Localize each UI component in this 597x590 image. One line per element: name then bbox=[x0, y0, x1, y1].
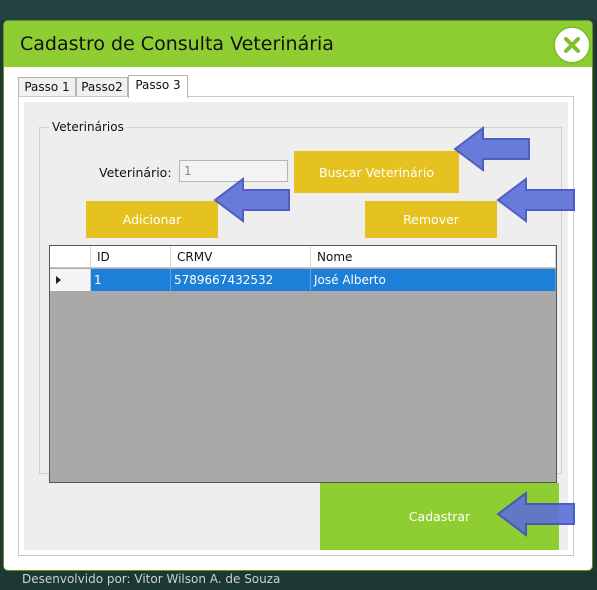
veterinario-label: Veterinário: bbox=[99, 165, 172, 180]
grid-header: ID CRMV Nome bbox=[50, 246, 556, 268]
column-header-nome[interactable]: Nome bbox=[311, 246, 556, 268]
row-selector[interactable] bbox=[50, 269, 91, 291]
background-strip bbox=[0, 0, 597, 20]
arrow-left-icon bbox=[496, 177, 575, 223]
column-header-id[interactable]: ID bbox=[91, 246, 171, 268]
cell-crmv[interactable]: 5789667432532 bbox=[171, 269, 311, 291]
arrow-left-icon bbox=[496, 491, 575, 537]
veterinarios-grid: ID CRMV Nome 1 5789667432532 José Albert… bbox=[49, 245, 557, 483]
window-title: Cadastro de Consulta Veterinária bbox=[20, 33, 334, 55]
tab-passo-2[interactable]: Passo2 bbox=[76, 77, 128, 97]
close-icon bbox=[564, 37, 580, 53]
remover-button[interactable]: Remover bbox=[365, 201, 497, 238]
background-credit-text: Desenvolvido por: Vitor Wilson A. de Sou… bbox=[22, 572, 281, 586]
close-button[interactable] bbox=[553, 26, 591, 64]
column-header-crmv[interactable]: CRMV bbox=[171, 246, 311, 268]
arrow-left-icon bbox=[453, 126, 530, 172]
cell-nome[interactable]: José Alberto bbox=[311, 269, 556, 291]
tab-passo-3[interactable]: Passo 3 bbox=[128, 75, 188, 98]
title-bar: Cadastro de Consulta Veterinária bbox=[4, 21, 592, 67]
group-title: Veterinários bbox=[49, 120, 127, 134]
table-row[interactable]: 1 5789667432532 José Alberto bbox=[50, 269, 556, 291]
tab-passo-1[interactable]: Passo 1 bbox=[18, 77, 76, 97]
buscar-veterinario-button[interactable]: Buscar Veterinário bbox=[294, 151, 459, 193]
grid-corner-header bbox=[50, 246, 91, 268]
adicionar-button[interactable]: Adicionar bbox=[86, 201, 218, 238]
arrow-left-icon bbox=[213, 177, 290, 223]
dialog-window: Cadastro de Consulta Veterinária Passo 1… bbox=[4, 21, 592, 570]
current-row-icon bbox=[56, 276, 61, 284]
cell-id[interactable]: 1 bbox=[91, 269, 171, 291]
